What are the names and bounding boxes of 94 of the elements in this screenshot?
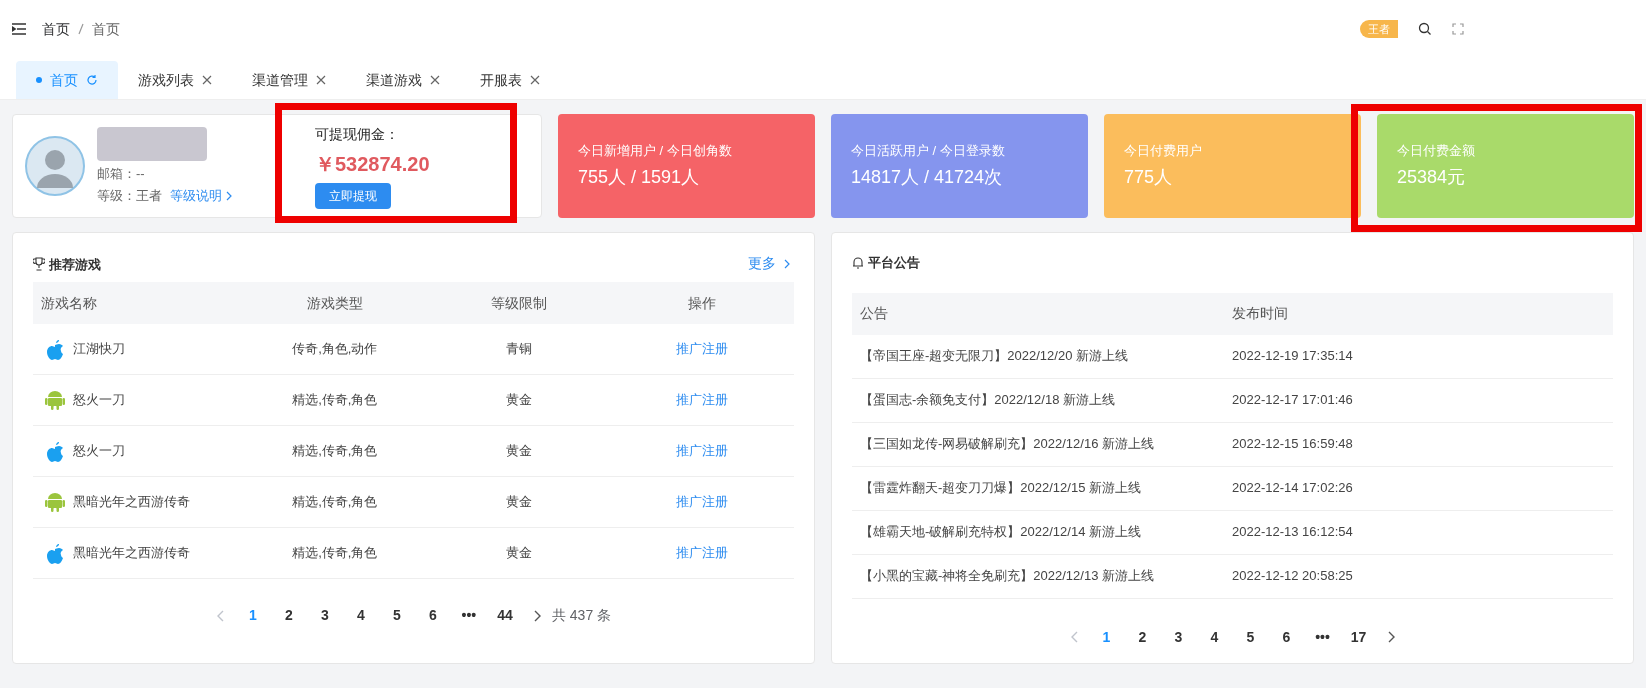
table-cell-text: 黑暗光年之西游传奇 <box>73 493 190 512</box>
panel-title: 平台公告 <box>868 254 920 272</box>
table-cell-text: 江湖快刀 <box>73 340 125 359</box>
stat-label: 今日活跃用户 / 今日登录数 <box>851 141 1006 160</box>
page-button[interactable]: 3 <box>315 605 334 626</box>
table-cell-text: 【小黑的宝藏-神将全免刷充】2022/12/13 新游上线 <box>859 567 1155 586</box>
promote-link[interactable]: 推广注册 <box>676 443 729 459</box>
table-cell-text: 黄金 <box>504 493 533 512</box>
commission-label: 可提现佣金： <box>315 124 399 144</box>
total-count: 共 437 条 <box>551 606 612 625</box>
chevron-right-icon <box>226 190 232 201</box>
close-icon[interactable] <box>430 75 440 85</box>
table-cell-text: 【帝国王座-超变无限刀】2022/12/20 新游上线 <box>859 347 1129 366</box>
table-cell-text: 精选,传奇,角色 <box>291 493 379 512</box>
more-link[interactable]: 更多 <box>748 253 790 274</box>
page-tab[interactable]: 渠道游戏 <box>346 61 460 99</box>
page-button[interactable]: 44 <box>495 605 514 626</box>
bell-icon <box>852 256 864 270</box>
email-text: 邮箱：-- <box>97 164 146 183</box>
android-icon <box>45 389 65 411</box>
column-header: 游戏名称 <box>40 293 98 313</box>
page-button[interactable]: 5 <box>1241 626 1260 648</box>
page-tab[interactable]: 渠道管理 <box>232 61 346 99</box>
page-button[interactable]: 6 <box>1277 626 1296 648</box>
promote-link[interactable]: 推广注册 <box>676 392 729 408</box>
panel-title: 推荐游戏 <box>49 255 101 274</box>
apple-icon <box>45 338 65 360</box>
table-cell-text: 怒火一刀 <box>73 391 125 410</box>
page-button[interactable]: 3 <box>1169 626 1188 648</box>
chevron-right-icon <box>784 258 790 269</box>
breadcrumb-item[interactable]: 首页 <box>42 18 70 40</box>
promote-link[interactable]: 推广注册 <box>676 545 729 561</box>
table-cell-text: 2022-12-14 17:02:26 <box>1232 479 1354 498</box>
refresh-icon[interactable] <box>86 74 98 86</box>
close-icon[interactable] <box>202 75 212 85</box>
table-cell-text: 2022-12-17 17:01:46 <box>1232 391 1354 410</box>
promote-link[interactable]: 推广注册 <box>676 494 729 510</box>
page-button[interactable]: 5 <box>387 605 406 626</box>
column-header: 操作 <box>687 293 718 313</box>
page-button[interactable]: 17 <box>1349 626 1368 648</box>
page-tab[interactable]: 开服表 <box>460 61 560 99</box>
column-header: 等级限制 <box>489 293 548 313</box>
stat-value: 755人 / 1591人 <box>578 166 701 190</box>
page-button[interactable]: 4 <box>1205 626 1224 648</box>
page-button[interactable]: ••• <box>1313 626 1332 648</box>
breadcrumb-item: 首页 <box>92 19 120 39</box>
stat-value: 14817人 / 41724次 <box>851 166 1004 190</box>
table-cell-text: 精选,传奇,角色 <box>291 544 379 563</box>
page-button[interactable]: 6 <box>423 605 442 626</box>
table-cell-text: 2022-12-12 20:58:25 <box>1232 567 1354 586</box>
page-tab[interactable]: 游戏列表 <box>118 61 232 99</box>
table-cell-text: 怒火一刀 <box>73 442 125 461</box>
page-button[interactable]: ••• <box>459 605 478 626</box>
table-cell-text: 2022-12-13 16:12:54 <box>1232 523 1354 542</box>
table-cell-text: 【雷霆炸翻天-超变刀刀爆】2022/12/15 新游上线 <box>859 479 1142 498</box>
level-text: 等级：王者 <box>97 187 162 205</box>
table-cell-text: 黄金 <box>504 544 533 563</box>
table-cell-text: 黄金 <box>504 442 533 461</box>
close-icon[interactable] <box>530 75 540 85</box>
commission-amount: ￥532874.20 <box>315 151 430 177</box>
android-icon <box>45 491 65 513</box>
table-cell-text: 【蛋国志-余额免支付】2022/12/18 新游上线 <box>859 391 1116 410</box>
table-cell-text: 精选,传奇,角色 <box>291 391 379 410</box>
stat-label: 今日新增用户 / 今日创角数 <box>578 141 733 160</box>
stat-value: 775人 <box>1124 166 1174 190</box>
promote-link[interactable]: 推广注册 <box>676 341 729 357</box>
level-info-link[interactable]: 等级说明 <box>170 186 232 206</box>
menu-icon[interactable] <box>12 23 26 35</box>
stat-label: 今日付费金额 <box>1397 141 1476 160</box>
table-cell-text: 精选,传奇,角色 <box>291 442 379 461</box>
avatar <box>25 136 85 196</box>
table-cell-text: 传奇,角色,动作 <box>291 340 379 359</box>
page-button[interactable]: 4 <box>351 605 370 626</box>
table-cell-text: 2022-12-19 17:35:14 <box>1232 347 1354 366</box>
search-icon[interactable] <box>1418 22 1432 36</box>
table-cell-text: 黄金 <box>504 391 533 410</box>
table-cell-text: 【雄霸天地-破解刷充特权】2022/12/14 新游上线 <box>859 523 1142 542</box>
table-cell-text: 青铜 <box>504 340 533 359</box>
apple-icon <box>45 440 65 462</box>
column-header: 发布时间 <box>1232 304 1289 323</box>
table-cell-text: 黑暗光年之西游传奇 <box>73 544 190 563</box>
page-button[interactable]: 2 <box>1133 626 1152 648</box>
stat-value: 25384元 <box>1397 166 1467 190</box>
column-header: 公告 <box>859 304 889 323</box>
page-button[interactable]: 2 <box>279 605 298 626</box>
table-cell-text: 2022-12-15 16:59:48 <box>1232 435 1354 454</box>
table-cell-text: 【三国如龙传-网易破解刷充】2022/12/16 新游上线 <box>859 435 1155 454</box>
stat-label: 今日付费用户 <box>1124 141 1203 160</box>
close-icon[interactable] <box>316 75 326 85</box>
apple-icon <box>45 542 65 564</box>
rank-badge: 王者 <box>1360 19 1398 39</box>
trophy-icon <box>33 257 45 272</box>
breadcrumb-separator-icon <box>78 23 84 35</box>
column-header: 游戏类型 <box>305 293 364 313</box>
